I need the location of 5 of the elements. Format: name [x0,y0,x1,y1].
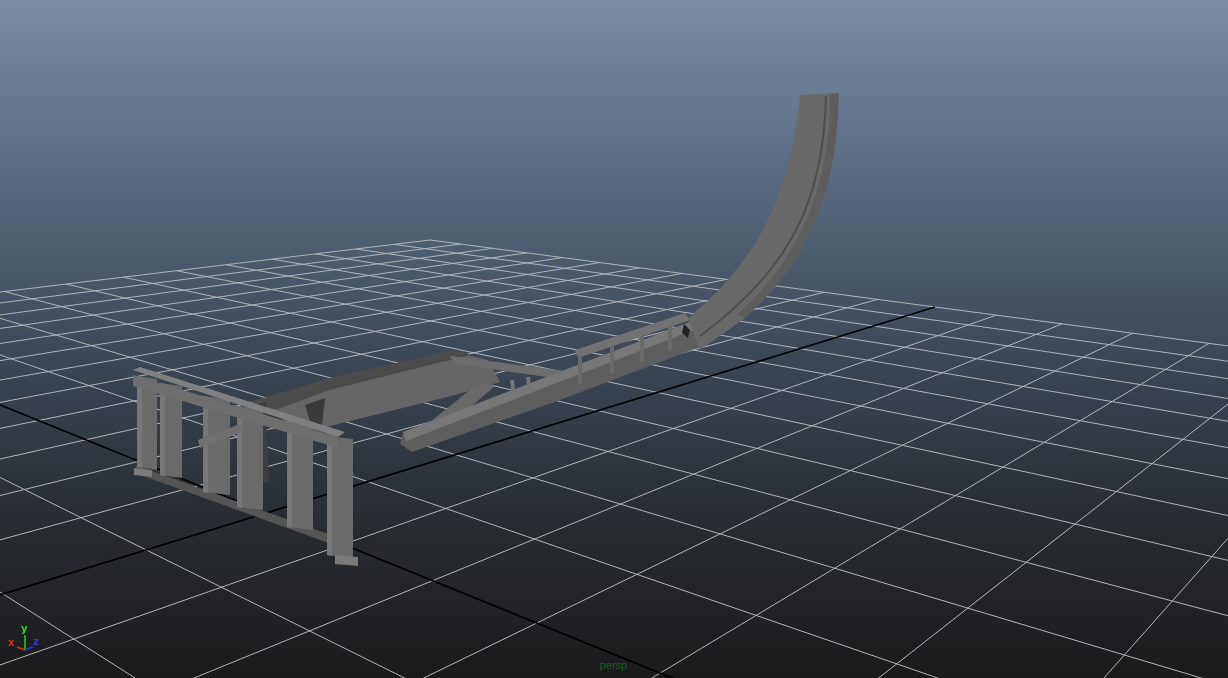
axis-label: z [33,637,39,647]
camera-label: persp [599,659,628,671]
axis-label: x [8,638,15,648]
axis-label: y [21,624,28,634]
axis-gizmo-icon [15,634,34,653]
